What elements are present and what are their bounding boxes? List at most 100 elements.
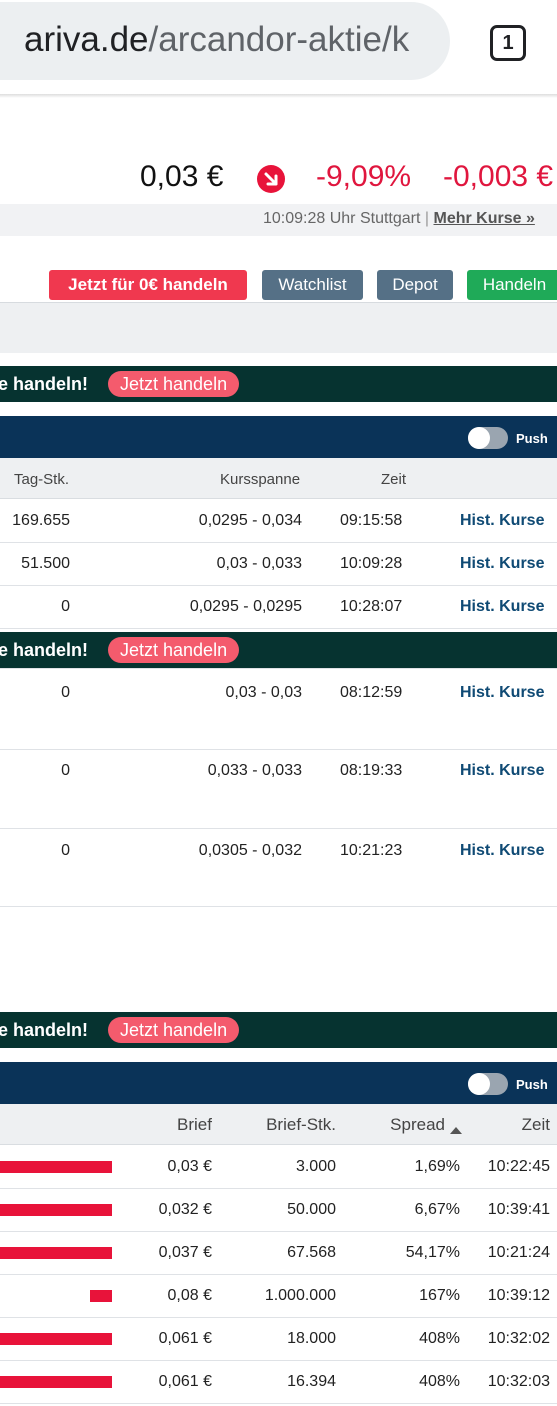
- col-spread[interactable]: Spread: [370, 1115, 445, 1135]
- row-divider: [0, 585, 557, 586]
- ask-volume-bar: [0, 1333, 112, 1345]
- cell-range: 0,0305 - 0,032: [198, 842, 302, 859]
- cell-range: 0,03 - 0,033: [216, 555, 302, 572]
- cell-ask: 0,08 €: [167, 1287, 212, 1304]
- row-divider: [0, 668, 557, 669]
- cell-time: 10:28:07: [340, 598, 403, 615]
- cell-spread: 54,17%: [405, 1244, 460, 1261]
- promo-text: e handeln!: [0, 1020, 89, 1040]
- cell-volume: 0: [61, 598, 70, 615]
- hist-quotes-link[interactable]: Hist. Kurse: [460, 842, 544, 860]
- push-label: Push: [516, 1077, 548, 1092]
- cell-range: 0,033 - 0,033: [207, 762, 302, 779]
- row-divider: [0, 1274, 557, 1275]
- cell-time: 10:39:41: [487, 1201, 550, 1218]
- quote-separator: |: [424, 210, 430, 227]
- cell-spread: 408%: [419, 1373, 460, 1390]
- cell-range: 0,0295 - 0,034: [198, 512, 302, 529]
- cell-ask-volume: 67.568: [287, 1244, 336, 1261]
- cell-time: 10:22:45: [487, 1158, 550, 1175]
- hist-quotes-link[interactable]: Hist. Kurse: [460, 684, 544, 702]
- row-divider: [0, 1360, 557, 1361]
- cell-range: 0,0295 - 0,0295: [189, 598, 302, 615]
- promo-text: e handeln!: [0, 640, 89, 660]
- change-percent: -9,09%: [316, 160, 412, 193]
- col-time: Zeit: [381, 471, 407, 488]
- cell-spread: 408%: [419, 1330, 460, 1347]
- hist-quotes-link[interactable]: Hist. Kurse: [460, 762, 544, 780]
- col-price-range: Kursspanne: [220, 471, 301, 488]
- cell-ask-volume: 1.000.000: [264, 1287, 336, 1304]
- cell-volume: 0: [61, 684, 70, 701]
- cell-spread: 167%: [419, 1287, 460, 1304]
- cell-time: 10:39:12: [487, 1287, 550, 1304]
- promo-trade-button[interactable]: Jetzt handeln: [108, 637, 240, 663]
- cell-volume: 0: [61, 762, 70, 779]
- promo-trade-button[interactable]: Jetzt handeln: [108, 371, 240, 397]
- hist-quotes-link[interactable]: Hist. Kurse: [460, 598, 544, 616]
- trade-free-button[interactable]: Jetzt für 0€ handeln: [49, 270, 247, 300]
- cell-ask: 0,037 €: [158, 1244, 212, 1261]
- tab-switcher-button[interactable]: 1: [490, 25, 526, 61]
- toolbar-shadow: [0, 94, 557, 98]
- cell-volume: 51.500: [21, 555, 70, 572]
- cell-time: 10:21:23: [340, 842, 403, 859]
- cell-ask-volume: 3.000: [295, 1158, 336, 1175]
- url-host: ariva.de: [24, 20, 149, 59]
- hist-quotes-link[interactable]: Hist. Kurse: [460, 555, 544, 573]
- hist-quotes-link[interactable]: Hist. Kurse: [460, 512, 544, 530]
- cell-time: 10:21:24: [487, 1244, 550, 1261]
- cell-ask-volume: 50.000: [287, 1201, 336, 1218]
- toggle-knob: [468, 427, 490, 449]
- cell-time: 10:09:28: [340, 555, 403, 572]
- arrow-down-right-icon: [257, 165, 285, 193]
- ask-volume-bar: [0, 1161, 112, 1173]
- cell-ask-volume: 18.000: [287, 1330, 336, 1347]
- cell-volume: 0: [61, 842, 70, 859]
- row-divider: [0, 1403, 557, 1404]
- promo-trade-button[interactable]: Jetzt handeln: [108, 1017, 240, 1043]
- row-divider: [0, 1188, 557, 1189]
- cell-range: 0,03 - 0,03: [225, 684, 303, 701]
- trade-button[interactable]: Handeln: [467, 270, 557, 300]
- promo-text: e handeln!: [0, 374, 89, 394]
- quote-time-text: 10:09:28 Uhr Stuttgart: [263, 210, 421, 227]
- cell-spread: 6,67%: [414, 1201, 460, 1218]
- depot-button[interactable]: Depot: [377, 270, 453, 300]
- ask-volume-bar: [0, 1204, 112, 1216]
- url-text[interactable]: ariva.de/arcandor-aktie/k: [24, 18, 444, 62]
- row-divider: [0, 1317, 557, 1318]
- current-price: 0,03 €: [140, 160, 224, 193]
- row-divider: [0, 1231, 557, 1232]
- cell-time: 10:32:03: [487, 1373, 550, 1390]
- ask-volume-bar: [0, 1247, 112, 1259]
- row-divider: [0, 628, 557, 629]
- cell-ask: 0,061 €: [158, 1330, 212, 1347]
- row-divider: [0, 749, 557, 750]
- row-divider: [0, 542, 557, 543]
- cell-ask: 0,061 €: [158, 1373, 212, 1390]
- tab-strip: [0, 303, 557, 353]
- sort-up-icon[interactable]: [450, 1121, 462, 1139]
- cell-ask: 0,032 €: [158, 1201, 212, 1218]
- row-divider: [0, 828, 557, 829]
- cell-time: 08:19:33: [340, 762, 403, 779]
- toggle-knob: [468, 1073, 490, 1095]
- cell-time: 08:12:59: [340, 684, 403, 701]
- col-ask[interactable]: Brief: [140, 1115, 212, 1135]
- cell-ask: 0,03 €: [167, 1158, 212, 1175]
- ask-volume-bar: [0, 1376, 112, 1388]
- col-daily-volume: Tag-Stk.: [14, 471, 70, 488]
- col-time[interactable]: Zeit: [480, 1115, 550, 1135]
- row-divider: [0, 906, 557, 907]
- watchlist-button[interactable]: Watchlist: [262, 270, 363, 300]
- push-label: Push: [516, 431, 548, 446]
- cell-ask-volume: 16.394: [287, 1373, 336, 1390]
- more-quotes-link[interactable]: Mehr Kurse »: [434, 210, 535, 227]
- url-path: /arcandor-aktie/k: [148, 20, 410, 59]
- col-ask-volume[interactable]: Brief-Stk.: [230, 1115, 336, 1135]
- cell-volume: 169.655: [12, 512, 70, 529]
- change-absolute: -0,003 €: [443, 160, 554, 193]
- push-toggle[interactable]: [468, 1073, 508, 1095]
- push-toggle[interactable]: [468, 427, 508, 449]
